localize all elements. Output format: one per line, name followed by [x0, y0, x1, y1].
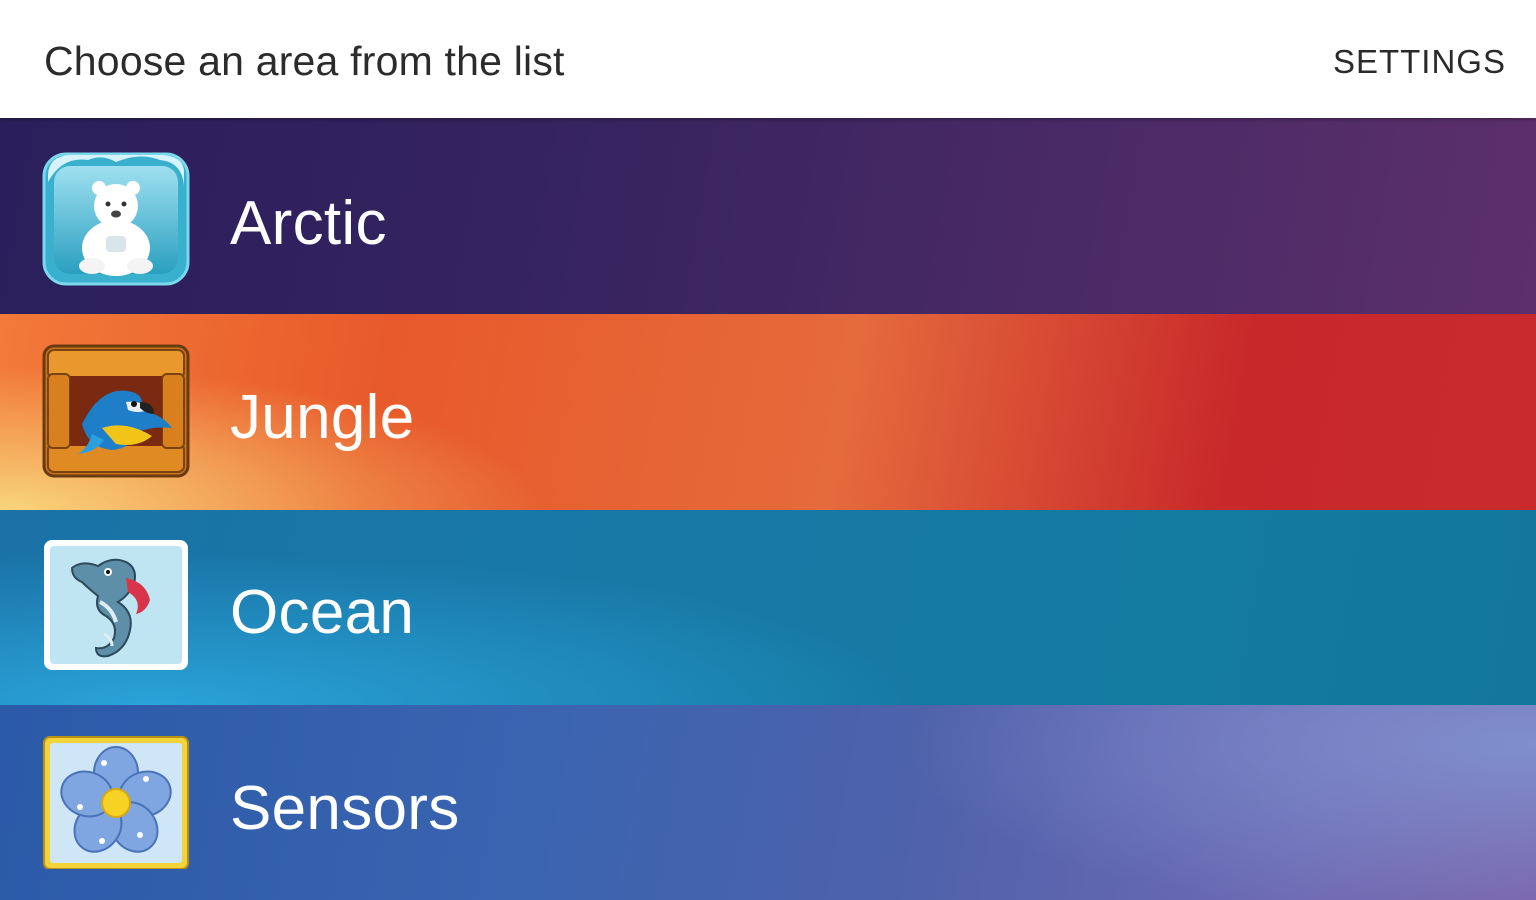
- settings-button[interactable]: SETTINGS: [1333, 43, 1506, 81]
- area-label-arctic: Arctic: [230, 189, 387, 258]
- area-item-arctic[interactable]: Arctic: [0, 118, 1536, 314]
- area-item-sensors[interactable]: Sensors: [0, 705, 1536, 900]
- app-window: Choose an area from the list SETTINGS Ar…: [0, 0, 1536, 900]
- area-label-sensors: Sensors: [230, 774, 460, 843]
- area-label-ocean: Ocean: [230, 578, 415, 647]
- area-label-jungle: Jungle: [230, 383, 415, 452]
- area-item-jungle[interactable]: Jungle: [0, 314, 1536, 510]
- polar-bear-icon: [42, 152, 190, 286]
- area-item-ocean[interactable]: Ocean: [0, 510, 1536, 705]
- page-title: Choose an area from the list: [44, 38, 565, 84]
- parrot-icon: [42, 344, 190, 478]
- flower-icon: [42, 735, 190, 870]
- area-list: Arctic Jungle Ocean Sensors: [0, 118, 1536, 900]
- seahorse-icon: [42, 538, 190, 672]
- app-bar: Choose an area from the list SETTINGS: [0, 0, 1536, 118]
